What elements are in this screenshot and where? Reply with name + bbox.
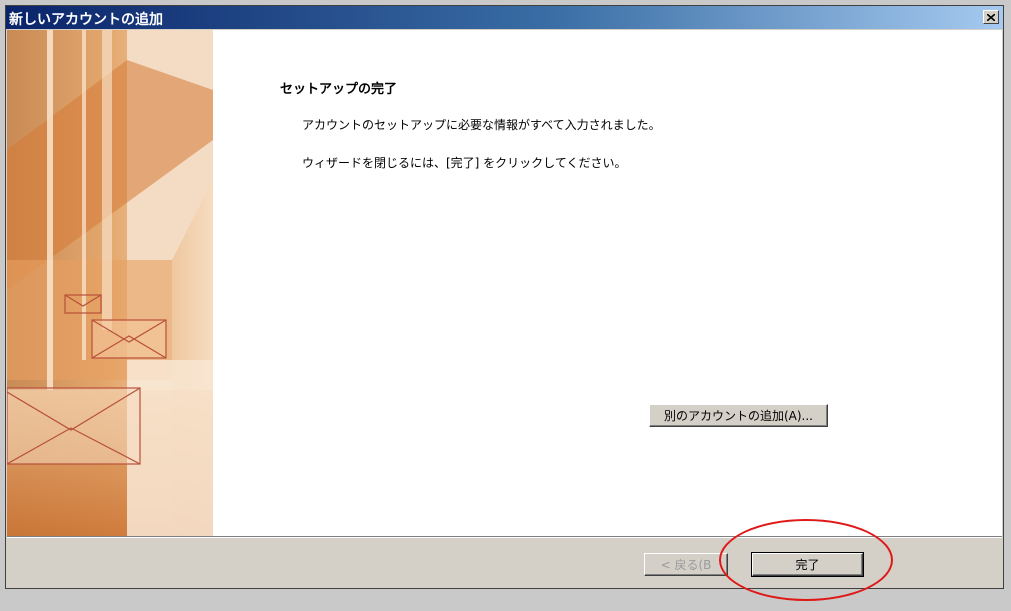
- close-button[interactable]: [983, 10, 999, 24]
- wizard-content: セットアップの完了 アカウントのセットアップに必要な情報がすべて入力されました。…: [7, 30, 1002, 536]
- add-account-dialog: 新しいアカウントの追加 セットアップの完了 アカウントのセットアップに必要な情報…: [5, 5, 1004, 589]
- back-button[interactable]: < 戻る(B: [644, 553, 728, 576]
- title-bar[interactable]: 新しいアカウントの追加: [6, 6, 1003, 29]
- page-heading: セットアップの完了: [280, 82, 398, 97]
- footer-separator: [7, 536, 1002, 538]
- mail-envelopes-banner: [7, 30, 213, 536]
- add-another-account-button[interactable]: 別のアカウントの追加(A)...: [649, 404, 828, 427]
- finish-button[interactable]: 完了: [751, 552, 864, 577]
- info-text: アカウントのセットアップに必要な情報がすべて入力されました。: [302, 118, 661, 132]
- window-title: 新しいアカウントの追加: [9, 12, 163, 28]
- instruction-text: ウィザードを閉じるには、[完了] をクリックしてください。: [302, 156, 627, 170]
- close-icon: [987, 13, 995, 21]
